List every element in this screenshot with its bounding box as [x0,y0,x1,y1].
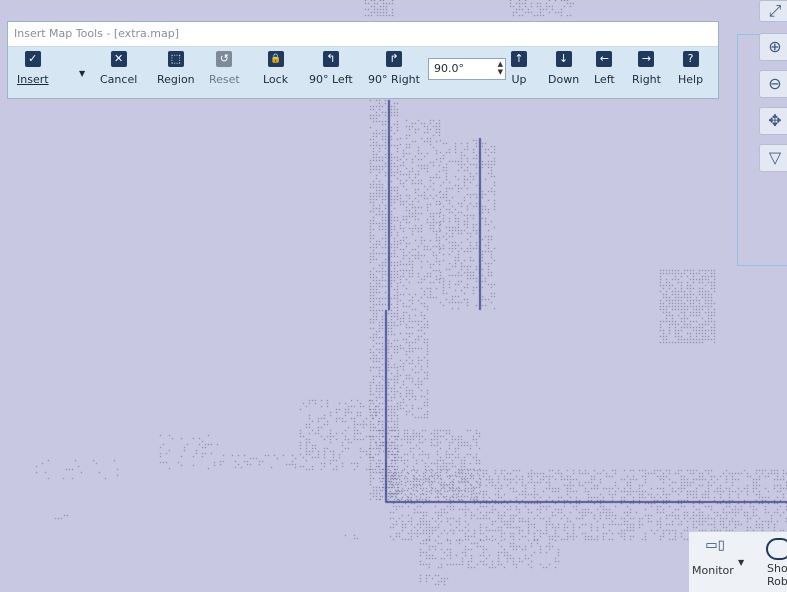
help-button[interactable]: ? Help [678,51,703,86]
monitor-dropdown-arrow-icon[interactable]: ▼ [738,558,744,567]
window-title: Insert Map Tools - [extra.map] [8,22,718,47]
toolbar: ✓ Insert ▼ ✕ Cancel ⬚ Region ↺ Reset 🔒 L… [8,47,718,100]
x-icon: ✕ [110,51,127,67]
fit-view-icon[interactable]: ⤢ [759,0,787,22]
up-label: Up [511,73,527,86]
zoom-out-button[interactable]: ⊖ [759,70,787,98]
rotate-left-icon: ↰ [322,51,339,67]
right-label: Right [632,73,661,86]
rotate-right-button[interactable]: ↱ 90° Right [368,51,420,86]
rotate-right-icon: ↱ [385,51,402,67]
left-button[interactable]: ← Left [594,51,615,86]
cancel-label: Cancel [100,73,138,86]
insert-dropdown-arrow-icon[interactable]: ▼ [79,69,85,78]
arrow-up-icon: ↑ [511,51,527,67]
reset-button[interactable]: ↺ Reset [209,51,240,86]
reset-icon: ↺ [216,51,233,67]
right-button[interactable]: → Right [632,51,661,86]
arrow-down-icon: ↓ [555,51,572,67]
monitor-label[interactable]: Monitor [692,564,734,577]
arrow-left-icon: ← [596,51,613,67]
reset-label: Reset [209,73,240,86]
rotation-spinbox[interactable]: 90.0° ▲ ▼ [428,58,506,80]
zoom-in-button[interactable]: ⊕ [759,33,787,61]
region-label: Region [157,73,195,86]
show-robot-icon[interactable] [766,538,787,560]
rotate-left-button[interactable]: ↰ 90° Left [309,51,353,86]
lock-button[interactable]: 🔒 Lock [263,51,288,86]
down-button[interactable]: ↓ Down [548,51,579,86]
region-button[interactable]: ⬚ Region [157,51,195,86]
arrow-right-icon: → [638,51,655,67]
filter-button[interactable]: ▽ [759,144,787,172]
help-icon: ? [682,51,699,67]
up-button[interactable]: ↑ Up [511,51,527,86]
down-label: Down [548,73,580,86]
pan-button[interactable]: ✥ [759,107,787,135]
lock-label: Lock [263,73,289,86]
zoom-out-icon: ⊖ [768,74,782,93]
filter-icon: ▽ [768,148,782,167]
monitor-icon[interactable]: ▭▯ [703,538,727,554]
cancel-button[interactable]: ✕ Cancel [100,51,137,86]
lock-icon: 🔒 [267,51,284,67]
spin-arrows-icon[interactable]: ▲ ▼ [498,60,503,76]
help-label: Help [678,73,704,86]
rotate-right-label: 90° Right [368,73,420,86]
zoom-in-icon: ⊕ [768,37,782,56]
check-icon: ✓ [24,51,41,67]
insert-map-tools-window: Insert Map Tools - [extra.map] ✓ Insert … [7,21,719,99]
show-robot-label[interactable]: Show Robot [767,562,787,588]
bottom-panel: ▭▯ Monitor ▼ Show Robot [689,531,787,592]
insert-label: Insert [17,73,49,86]
insert-button[interactable]: ✓ Insert [17,51,49,86]
region-icon: ⬚ [167,51,184,67]
left-label: Left [594,73,615,86]
rotate-left-label: 90° Left [309,73,353,86]
pan-icon: ✥ [768,111,782,130]
rotation-value: 90.0° [434,62,464,75]
